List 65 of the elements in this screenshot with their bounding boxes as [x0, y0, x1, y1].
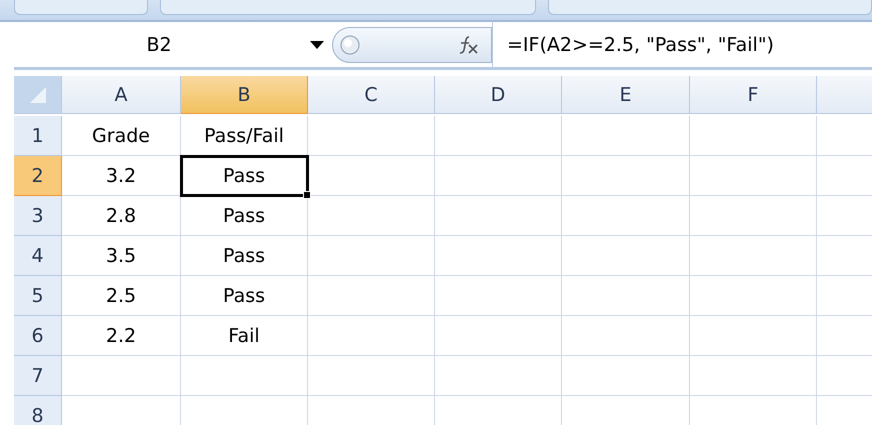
- table-cell[interactable]: Pass: [181, 156, 308, 196]
- table-cell[interactable]: [435, 316, 562, 356]
- column-header[interactable]: E: [562, 76, 690, 114]
- table-cell[interactable]: [690, 196, 817, 236]
- table-cell[interactable]: Fail: [181, 316, 308, 356]
- column-header[interactable]: [817, 76, 872, 114]
- row-header[interactable]: 5: [14, 276, 62, 316]
- table-cell[interactable]: 2.2: [62, 316, 181, 356]
- table-cell[interactable]: [690, 316, 817, 356]
- fill-handle[interactable]: [303, 191, 311, 199]
- row-header[interactable]: 6: [14, 316, 62, 356]
- table-cell[interactable]: [308, 236, 435, 276]
- table-cell[interactable]: [308, 116, 435, 156]
- column-header[interactable]: D: [435, 76, 562, 114]
- function-icon[interactable]: [457, 34, 479, 54]
- column-header[interactable]: F: [690, 76, 817, 114]
- name-box[interactable]: B2: [14, 34, 304, 56]
- table-cell[interactable]: 2.8: [62, 196, 181, 236]
- table-cell[interactable]: [435, 236, 562, 276]
- table-cell[interactable]: [435, 156, 562, 196]
- row-header[interactable]: 4: [14, 236, 62, 276]
- triangle-icon: [28, 84, 48, 104]
- table-cell[interactable]: [562, 196, 690, 236]
- select-all-corner[interactable]: [14, 76, 62, 114]
- table-cell[interactable]: 3.5: [62, 236, 181, 276]
- table-cell[interactable]: [562, 316, 690, 356]
- table-cell[interactable]: [308, 156, 435, 196]
- formula-field[interactable]: =IF(A2>=2.5, "Pass", "Fail"): [492, 20, 872, 68]
- table-cell[interactable]: [435, 116, 562, 156]
- table-cell[interactable]: [562, 356, 690, 396]
- row-header[interactable]: 8: [14, 396, 62, 425]
- row-header[interactable]: 1: [14, 116, 62, 156]
- table-cell[interactable]: Pass: [181, 196, 308, 236]
- table-cell[interactable]: Pass: [181, 276, 308, 316]
- column-header[interactable]: C: [308, 76, 435, 114]
- table-cell[interactable]: [562, 156, 690, 196]
- table-cell[interactable]: Grade: [62, 116, 181, 156]
- table-cell[interactable]: [308, 356, 435, 396]
- table-cell[interactable]: Pass/Fail: [181, 116, 308, 156]
- row-header[interactable]: 2: [14, 156, 62, 196]
- table-cell[interactable]: [562, 276, 690, 316]
- table-cell[interactable]: [435, 196, 562, 236]
- table-cell[interactable]: [562, 236, 690, 276]
- table-cell[interactable]: [308, 316, 435, 356]
- table-cell[interactable]: [562, 116, 690, 156]
- table-cell[interactable]: [690, 156, 817, 196]
- row-header[interactable]: 3: [14, 196, 62, 236]
- table-cell[interactable]: [690, 276, 817, 316]
- resize-handle-icon[interactable]: [339, 34, 361, 56]
- table-cell[interactable]: [690, 236, 817, 276]
- column-header[interactable]: A: [62, 76, 181, 114]
- table-cell[interactable]: 3.2: [62, 156, 181, 196]
- table-cell[interactable]: [308, 196, 435, 236]
- table-cell[interactable]: [181, 356, 308, 396]
- table-cell[interactable]: 2.5: [62, 276, 181, 316]
- table-cell[interactable]: [435, 356, 562, 396]
- table-cell[interactable]: [435, 276, 562, 316]
- table-cell[interactable]: [308, 276, 435, 316]
- row-header[interactable]: 7: [14, 356, 62, 396]
- caret-icon[interactable]: [310, 40, 324, 48]
- table-cell[interactable]: Pass: [181, 236, 308, 276]
- table-cell[interactable]: [690, 116, 817, 156]
- table-cell[interactable]: [690, 356, 817, 396]
- column-header[interactable]: B: [181, 76, 308, 114]
- table-cell[interactable]: [62, 356, 181, 396]
